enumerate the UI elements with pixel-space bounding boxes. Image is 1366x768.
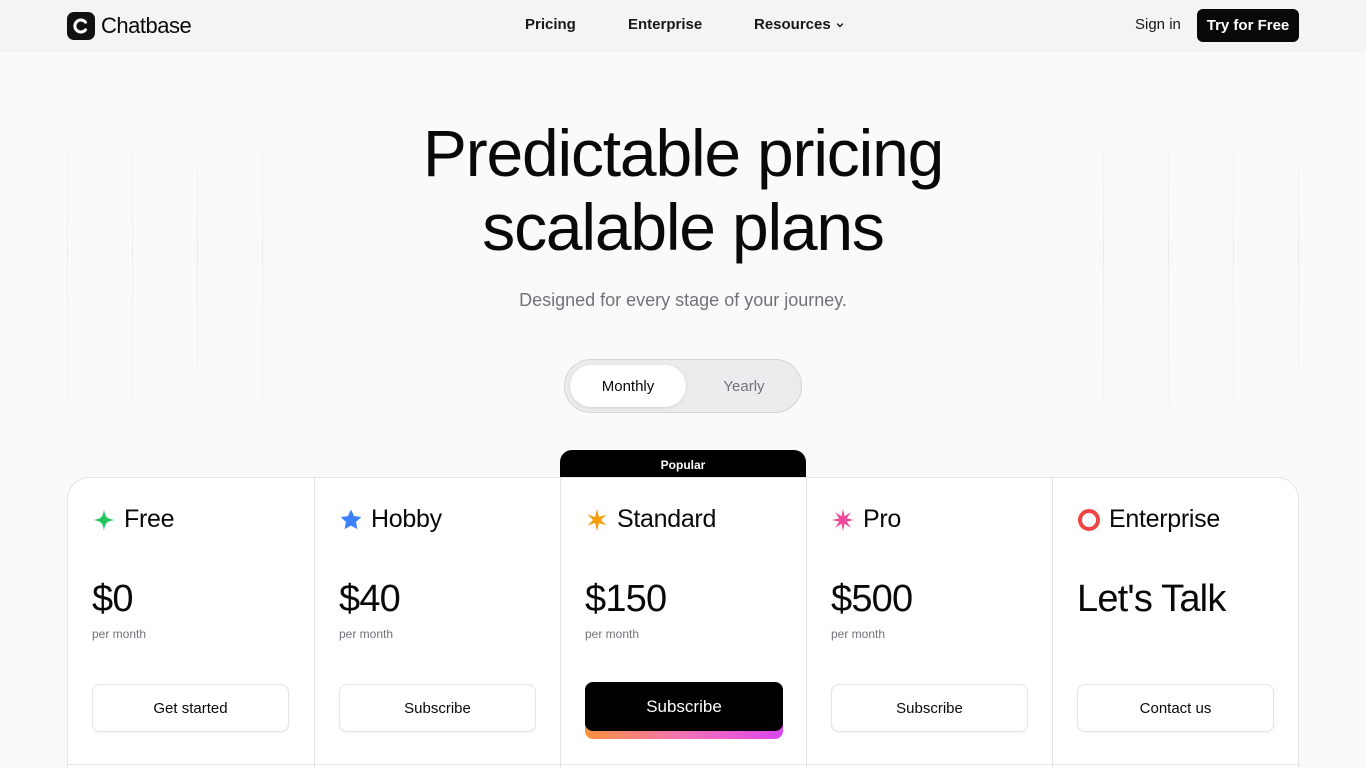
plan-card-pro: Pro $500 per month Subscribe — [806, 478, 1052, 768]
toggle-monthly[interactable]: Monthly — [570, 365, 686, 407]
subscribe-button-standard[interactable]: Subscribe — [585, 682, 783, 731]
nav-pricing[interactable]: Pricing — [525, 16, 576, 33]
billing-period-toggle: Monthly Yearly — [564, 359, 802, 413]
plan-period: per month — [585, 627, 640, 641]
page-subtitle: Designed for every stage of your journey… — [519, 290, 847, 310]
toggle-yearly[interactable]: Yearly — [686, 365, 802, 407]
nav-resources-label: Resources — [754, 16, 831, 33]
plan-card-free: Free $0 per month Get started — [68, 478, 314, 768]
plan-price: $0 — [92, 578, 133, 620]
cards-divider — [68, 764, 1300, 765]
nav-resources[interactable]: Resources — [754, 16, 845, 33]
plan-price: Let's Talk — [1077, 578, 1226, 620]
plan-name: Hobby — [371, 505, 442, 533]
red-ring-icon — [1077, 508, 1101, 532]
plan-period: per month — [831, 627, 886, 641]
orange-star-icon — [585, 508, 609, 532]
plan-name: Pro — [863, 505, 902, 533]
title-line-1: Predictable pricing — [422, 116, 944, 190]
plan-card-enterprise: Enterprise Let's Talk Contact us — [1052, 478, 1298, 768]
plan-name: Free — [124, 505, 175, 533]
subscribe-button-hobby[interactable]: Subscribe — [339, 684, 536, 732]
top-navbar: Chatbase Pricing Enterprise Resources Si… — [0, 0, 1366, 52]
contact-us-button[interactable]: Contact us — [1077, 684, 1274, 732]
plan-card-standard: Standard $150 per month Subscribe — [560, 478, 806, 768]
plan-period: per month — [339, 627, 394, 641]
subscribe-button-pro[interactable]: Subscribe — [831, 684, 1028, 732]
green-sparkle-icon — [92, 508, 116, 532]
chevron-down-icon — [836, 22, 843, 27]
try-for-free-button[interactable]: Try for Free — [1197, 9, 1299, 42]
plan-name: Standard — [617, 505, 717, 533]
plan-card-hobby: Hobby $40 per month Subscribe — [314, 478, 560, 768]
pricing-cards: Free $0 per month Get started Hobby $40 … — [67, 477, 1300, 768]
pink-star-icon — [831, 508, 855, 532]
nav-enterprise[interactable]: Enterprise — [628, 16, 702, 33]
plan-name: Enterprise — [1109, 505, 1220, 533]
popular-badge: Popular — [560, 450, 806, 480]
plan-price: $500 — [831, 578, 913, 620]
blue-star-icon — [339, 508, 363, 532]
subscribe-button-gradient-border: Subscribe — [585, 682, 783, 739]
page-title: Predictable pricing scalable plans — [0, 116, 1366, 264]
title-line-2: scalable plans — [482, 190, 885, 264]
plan-price: $150 — [585, 578, 667, 620]
plan-price: $40 — [339, 578, 401, 620]
sign-in-link[interactable]: Sign in — [1135, 16, 1181, 33]
plan-period: per month — [92, 627, 147, 641]
get-started-button[interactable]: Get started — [92, 684, 289, 732]
